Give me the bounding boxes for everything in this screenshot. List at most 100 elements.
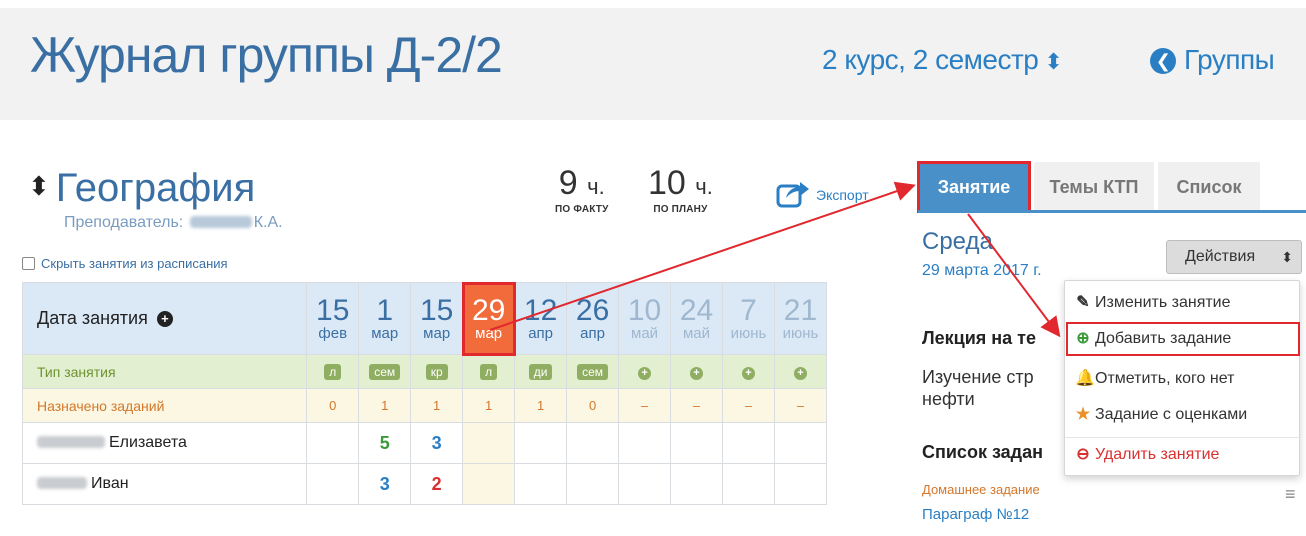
menu-item-graded-task[interactable]: ★ Задание с оценками bbox=[1065, 397, 1301, 433]
menu-item-label: Изменить занятие bbox=[1095, 294, 1231, 311]
student-first-name: Иван bbox=[91, 475, 129, 492]
groups-link[interactable]: ❮ Группы bbox=[1150, 44, 1275, 76]
date-cell[interactable]: 10 май bbox=[618, 282, 672, 355]
grade-cell[interactable]: 3 bbox=[358, 463, 412, 505]
date-month: мар bbox=[475, 325, 503, 342]
add-lesson-icon[interactable]: + bbox=[156, 311, 173, 327]
date-cell[interactable]: 15 фев bbox=[306, 282, 360, 355]
menu-icon[interactable]: ≡ bbox=[1285, 484, 1296, 505]
date-cell[interactable]: 1 мар bbox=[358, 282, 412, 355]
grade-cell[interactable] bbox=[773, 463, 828, 505]
grade-cell[interactable] bbox=[306, 422, 360, 464]
date-day: 29 bbox=[471, 294, 506, 327]
subject-name: География bbox=[55, 166, 256, 210]
lesson-type-label: Тип занятия bbox=[21, 354, 308, 389]
sort-icon: ⬍ bbox=[1281, 249, 1293, 265]
menu-item-label: Задание с оценками bbox=[1095, 406, 1248, 423]
actions-label: Действия bbox=[1185, 248, 1256, 265]
grade-cell[interactable]: 2 bbox=[410, 463, 464, 505]
grade-cell[interactable] bbox=[670, 422, 723, 464]
grade-cell[interactable] bbox=[722, 463, 775, 505]
add-type-icon: + bbox=[741, 366, 755, 380]
grade-cell[interactable]: 5 bbox=[358, 422, 412, 464]
date-month: фев bbox=[318, 325, 348, 342]
menu-item-edit-lesson[interactable]: ✎ Изменить занятие bbox=[1065, 285, 1301, 321]
date-cell[interactable]: 12 апр bbox=[514, 282, 568, 355]
menu-item-mark-absent[interactable]: 🔔Отметить, кого нет bbox=[1065, 361, 1301, 397]
date-cell[interactable]: 24 май bbox=[670, 282, 723, 355]
hours-fact: 9 ч. ПО ФАКТУ bbox=[555, 166, 609, 215]
plus-circle-icon: ⊕ bbox=[1076, 330, 1090, 347]
lesson-type-cell[interactable]: сем bbox=[358, 354, 412, 389]
grade-cell[interactable] bbox=[462, 463, 516, 505]
lesson-type-cell[interactable]: кр bbox=[410, 354, 464, 389]
assignment-count: – bbox=[722, 388, 775, 423]
actions-button[interactable]: Действия ⬍ bbox=[1166, 240, 1302, 274]
grade-cell[interactable] bbox=[566, 422, 620, 464]
hide-lessons-label: Скрыть занятия из расписания bbox=[41, 256, 228, 271]
teacher-line: Преподаватель: К.А. bbox=[64, 214, 283, 232]
menu-item-delete-lesson[interactable]: ⊖ Удалить занятие bbox=[1065, 437, 1301, 473]
date-cell[interactable]: 21 июнь bbox=[773, 282, 828, 355]
lesson-type-cell[interactable]: + bbox=[722, 354, 775, 389]
lesson-type-cell[interactable]: л bbox=[306, 354, 360, 389]
page-title: Журнал группы Д-2/2 bbox=[30, 27, 503, 83]
grade-cell[interactable] bbox=[618, 463, 672, 505]
export-label: Экспорт bbox=[816, 187, 869, 203]
lesson-type-badge: кр bbox=[425, 363, 448, 380]
date-cell[interactable]: 7 июнь bbox=[722, 282, 775, 355]
date-cell[interactable]: 15 мар bbox=[410, 282, 464, 355]
grade-cell[interactable] bbox=[462, 422, 516, 464]
lesson-type-cell[interactable]: л bbox=[462, 354, 516, 389]
grade-cell[interactable] bbox=[514, 463, 568, 505]
date-day: 21 bbox=[783, 294, 818, 327]
date-month: апр bbox=[580, 325, 605, 342]
lesson-type-cell[interactable]: + bbox=[670, 354, 723, 389]
lesson-type-cell[interactable]: + bbox=[618, 354, 672, 389]
subject-title[interactable]: ⬍ География bbox=[28, 166, 255, 211]
export-button[interactable]: Экспорт bbox=[776, 178, 869, 208]
date-cell-selected[interactable]: 29 мар bbox=[461, 281, 516, 356]
journal-header-row: Дата занятия + 15 фев 1 мар 15 мар 29 мар 12… bbox=[21, 281, 828, 356]
grade-cell[interactable] bbox=[618, 422, 672, 464]
date-day: 15 bbox=[419, 294, 454, 327]
grade-cell[interactable] bbox=[670, 463, 723, 505]
lesson-type-cell[interactable]: сем bbox=[566, 354, 620, 389]
tab-lesson[interactable]: Занятие bbox=[917, 161, 1031, 213]
table-row: Елизавета 5 3 bbox=[21, 422, 828, 464]
sort-icon: ⬍ bbox=[28, 171, 50, 201]
semester-selector[interactable]: 2 курс, 2 семестр ⬍ bbox=[822, 44, 1063, 76]
tab-list[interactable]: Список bbox=[1158, 162, 1260, 212]
lesson-type-badge: сем bbox=[369, 363, 401, 380]
hours-plan-unit: ч. bbox=[695, 174, 713, 199]
teacher-surname-redacted bbox=[189, 216, 252, 228]
grade-cell[interactable] bbox=[722, 422, 775, 464]
grade-cell[interactable] bbox=[566, 463, 620, 505]
menu-item-label: Добавить задание bbox=[1095, 330, 1232, 347]
surname-redacted bbox=[37, 477, 87, 489]
hours-fact-caption: ПО ФАКТУ bbox=[555, 204, 609, 215]
minus-circle-icon: ⊖ bbox=[1076, 446, 1090, 463]
assignment-count: 1 bbox=[410, 388, 464, 423]
tab-ktp-topics[interactable]: Темы КТП bbox=[1034, 162, 1154, 212]
grade-cell[interactable]: 3 bbox=[410, 422, 464, 464]
date-day: 1 bbox=[376, 294, 394, 327]
tabs-underline bbox=[918, 210, 1306, 213]
grade-cell[interactable] bbox=[306, 463, 360, 505]
student-name[interactable]: Иван bbox=[21, 463, 308, 505]
student-name[interactable]: Елизавета bbox=[21, 422, 308, 464]
hours-plan-value: 10 bbox=[648, 164, 686, 202]
grade-cell[interactable] bbox=[514, 422, 568, 464]
lesson-type-cell[interactable]: ди bbox=[514, 354, 568, 389]
sort-icon: ⬍ bbox=[1044, 49, 1063, 74]
date-cell[interactable]: 26 апр bbox=[566, 282, 620, 355]
lesson-topic: Изучение стр нефти bbox=[922, 367, 1034, 409]
hide-lessons-checkbox[interactable]: Скрыть занятия из расписания bbox=[22, 256, 228, 271]
bell-icon: 🔔 bbox=[1075, 370, 1095, 387]
menu-item-add-task[interactable]: ⊕ Добавить задание bbox=[1065, 321, 1301, 357]
lesson-type-cell[interactable]: + bbox=[773, 354, 828, 389]
grade-cell[interactable] bbox=[773, 422, 828, 464]
teacher-initials: К.А. bbox=[253, 214, 283, 231]
add-type-icon: + bbox=[690, 366, 704, 380]
task-link[interactable]: Параграф №12 bbox=[922, 506, 1029, 523]
